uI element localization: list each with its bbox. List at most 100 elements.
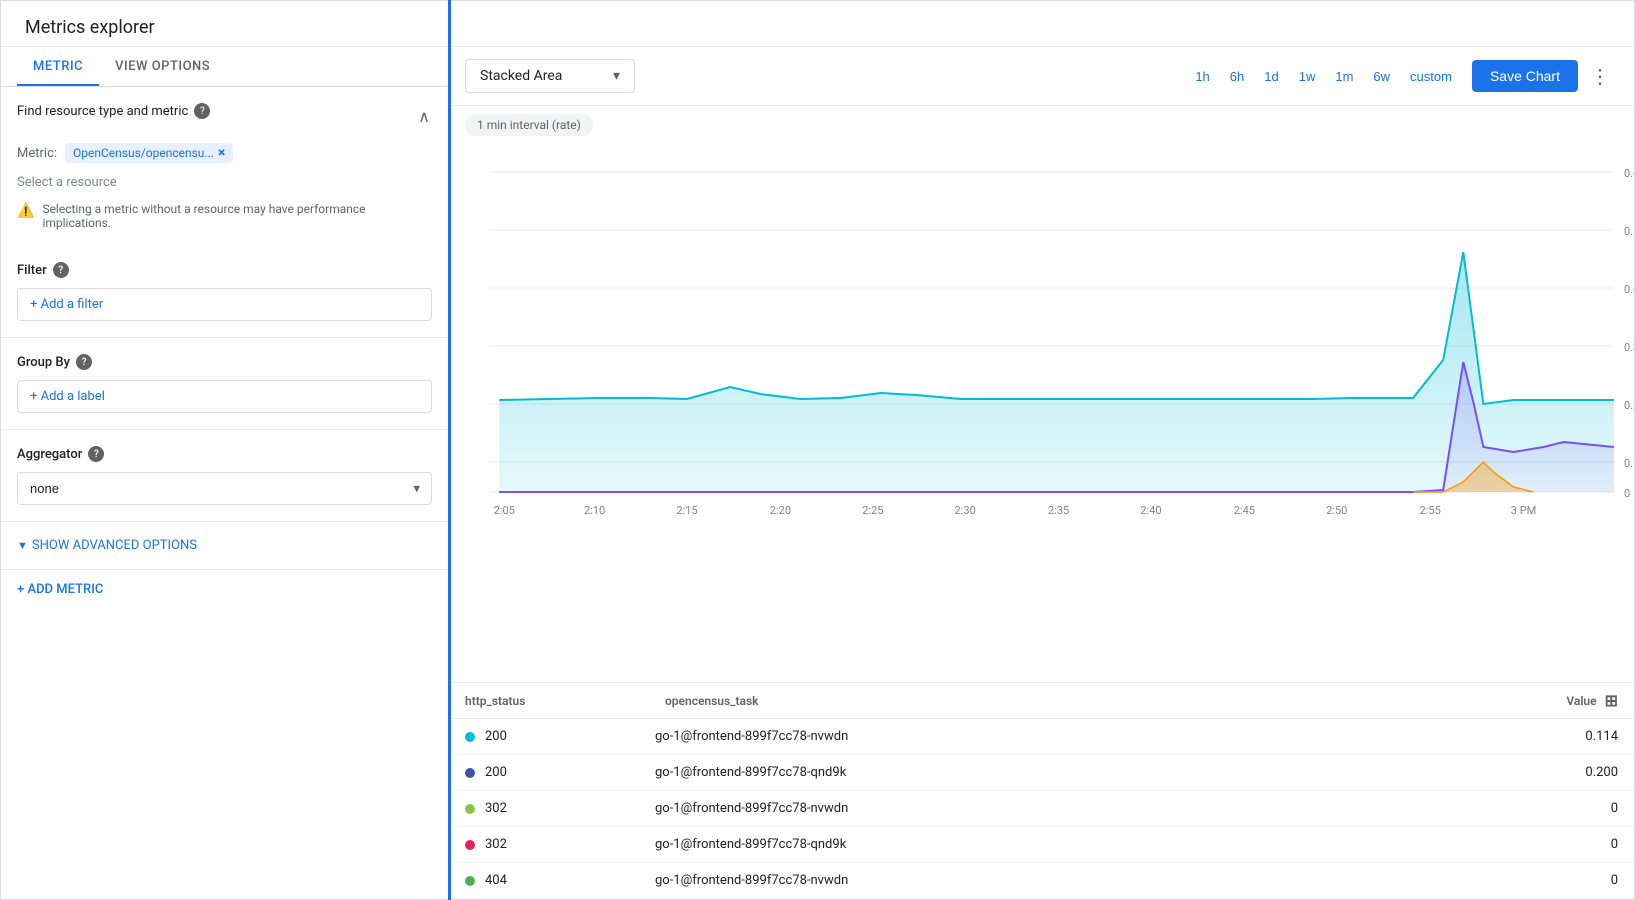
metric-prefix: Metric: [17, 146, 57, 161]
warning-text: Selecting a metric without a resource ma… [42, 202, 432, 230]
chart-area: 0 0.1 0.2 0.3 0.4 0.5 0.6 2:05 2:10 2:15… [449, 144, 1634, 682]
main-chart-svg: 0 0.1 0.2 0.3 0.4 0.5 0.6 2:05 2:10 2:15… [449, 152, 1634, 522]
group-by-label: Group By ? [17, 354, 432, 370]
col-header-task: opencensus_task [665, 694, 1498, 708]
add-label-button[interactable]: + Add a label [17, 380, 432, 413]
tab-bar: METRIC VIEW OPTIONS [1, 47, 448, 87]
svg-text:2:15: 2:15 [676, 504, 697, 517]
help-icon-resource[interactable]: ? [194, 103, 210, 119]
svg-text:0.1: 0.1 [1624, 457, 1634, 470]
filter-label: Filter ? [17, 262, 432, 278]
row-task-1: go-1@frontend-899f7cc78-nvwdn [655, 729, 1498, 744]
svg-text:0.6: 0.6 [1624, 167, 1634, 180]
row-task-3: go-1@frontend-899f7cc78-nvwdn [655, 801, 1498, 816]
right-panel: Stacked Area ▾ 1h 6h 1d 1w 1m 6w custom … [449, 47, 1634, 899]
tab-metric[interactable]: METRIC [17, 47, 99, 86]
svg-text:2:35: 2:35 [1048, 504, 1069, 517]
help-icon-aggregator[interactable]: ? [88, 446, 104, 462]
warning-box: ⚠️ Selecting a metric without a resource… [17, 202, 432, 230]
filter-section: Filter ? + Add a filter [1, 246, 448, 338]
save-chart-button[interactable]: Save Chart [1472, 60, 1578, 92]
group-by-section: Group By ? + Add a label [1, 338, 448, 430]
col-header-value: Value ⊞ [1498, 691, 1618, 710]
time-custom-button[interactable]: custom [1402, 63, 1460, 90]
add-metric-button[interactable]: + ADD METRIC [1, 569, 448, 609]
svg-text:2:45: 2:45 [1234, 504, 1255, 517]
svg-text:2:10: 2:10 [584, 504, 605, 517]
help-icon-groupby[interactable]: ? [76, 354, 92, 370]
svg-text:0.5: 0.5 [1624, 225, 1634, 238]
svg-text:2:30: 2:30 [955, 504, 976, 517]
time-range-buttons: 1h 6h 1d 1w 1m 6w custom Save Chart ⋮ [1187, 60, 1618, 93]
table-row: 404 go-1@frontend-899f7cc78-nvwdn 0 [449, 863, 1634, 899]
table-header: http_status opencensus_task Value ⊞ [449, 683, 1634, 719]
row-task-4: go-1@frontend-899f7cc78-qnd9k [655, 837, 1498, 852]
metric-chip: OpenCensus/opencensu... × [65, 143, 233, 163]
row-task-2: go-1@frontend-899f7cc78-qnd9k [655, 765, 1498, 780]
svg-text:0: 0 [1624, 487, 1630, 500]
time-6h-button[interactable]: 6h [1222, 63, 1252, 90]
chart-badge: 1 min interval (rate) [449, 106, 1634, 144]
table-row: 302 go-1@frontend-899f7cc78-nvwdn 0 [449, 791, 1634, 827]
row-value-4: 0 [1498, 837, 1618, 852]
grid-icon[interactable]: ⊞ [1605, 691, 1618, 710]
find-resource-section: Find resource type and metric ? ∧ Metric… [1, 87, 448, 246]
more-options-button[interactable]: ⋮ [1582, 60, 1618, 93]
table-row: 200 go-1@frontend-899f7cc78-qnd9k 0.200 [449, 755, 1634, 791]
chart-type-label: Stacked Area [480, 68, 562, 84]
chart-type-arrow-icon: ▾ [613, 68, 620, 84]
time-6w-button[interactable]: 6w [1365, 63, 1398, 90]
svg-text:0.2: 0.2 [1624, 399, 1634, 412]
color-dot-3 [465, 804, 475, 814]
data-table: http_status opencensus_task Value ⊞ 200 … [449, 682, 1634, 899]
page-title: Metrics explorer [1, 1, 1634, 47]
time-1h-button[interactable]: 1h [1187, 63, 1217, 90]
color-dot-4 [465, 840, 475, 850]
aggregator-select[interactable]: none mean sum min max count [17, 472, 432, 505]
help-icon-filter[interactable]: ? [53, 262, 69, 278]
metric-value: OpenCensus/opencensu... [73, 146, 214, 160]
row-status-2: 200 [465, 765, 655, 780]
chart-toolbar: Stacked Area ▾ 1h 6h 1d 1w 1m 6w custom … [449, 47, 1634, 106]
tab-view-options[interactable]: VIEW OPTIONS [99, 47, 226, 86]
row-status-1: 200 [465, 729, 655, 744]
collapse-button[interactable]: ∧ [416, 105, 432, 129]
row-value-3: 0 [1498, 801, 1618, 816]
chart-type-select[interactable]: Stacked Area ▾ [465, 59, 635, 93]
time-1m-button[interactable]: 1m [1327, 63, 1361, 90]
svg-text:0.3: 0.3 [1624, 341, 1634, 354]
warning-icon: ⚠️ [17, 203, 34, 219]
table-row: 200 go-1@frontend-899f7cc78-nvwdn 0.114 [449, 719, 1634, 755]
time-1d-button[interactable]: 1d [1256, 63, 1286, 90]
metric-chip-close[interactable]: × [218, 145, 225, 161]
color-dot-2 [465, 768, 475, 778]
svg-text:2:55: 2:55 [1419, 504, 1440, 517]
row-task-5: go-1@frontend-899f7cc78-nvwdn [655, 873, 1498, 888]
svg-text:2:05: 2:05 [494, 504, 515, 517]
add-filter-button[interactable]: + Add a filter [17, 288, 432, 321]
row-status-5: 404 [465, 873, 655, 888]
color-dot-5 [465, 876, 475, 886]
row-value-5: 0 [1498, 873, 1618, 888]
show-advanced-button[interactable]: ▼ SHOW ADVANCED OPTIONS [1, 522, 448, 569]
svg-text:2:25: 2:25 [862, 504, 883, 517]
aggregator-label: Aggregator ? [17, 446, 432, 462]
svg-text:2:50: 2:50 [1326, 504, 1347, 517]
svg-text:0.4: 0.4 [1624, 283, 1634, 296]
find-resource-label: Find resource type and metric ? [17, 103, 210, 119]
row-status-3: 302 [465, 801, 655, 816]
row-status-4: 302 [465, 837, 655, 852]
aggregator-select-wrapper: none mean sum min max count [17, 472, 432, 505]
svg-text:2:20: 2:20 [770, 504, 791, 517]
row-value-2: 0.200 [1498, 765, 1618, 780]
row-value-1: 0.114 [1498, 729, 1618, 744]
svg-text:2:40: 2:40 [1140, 504, 1161, 517]
select-resource-text[interactable]: Select a resource [17, 171, 432, 194]
left-panel: METRIC VIEW OPTIONS Find resource type a… [1, 47, 449, 899]
svg-text:3 PM: 3 PM [1511, 504, 1537, 517]
table-row: 302 go-1@frontend-899f7cc78-qnd9k 0 [449, 827, 1634, 863]
metric-row: Metric: OpenCensus/opencensu... × [17, 143, 432, 163]
col-header-status: http_status [465, 694, 665, 708]
color-dot-1 [465, 732, 475, 742]
time-1w-button[interactable]: 1w [1291, 63, 1324, 90]
